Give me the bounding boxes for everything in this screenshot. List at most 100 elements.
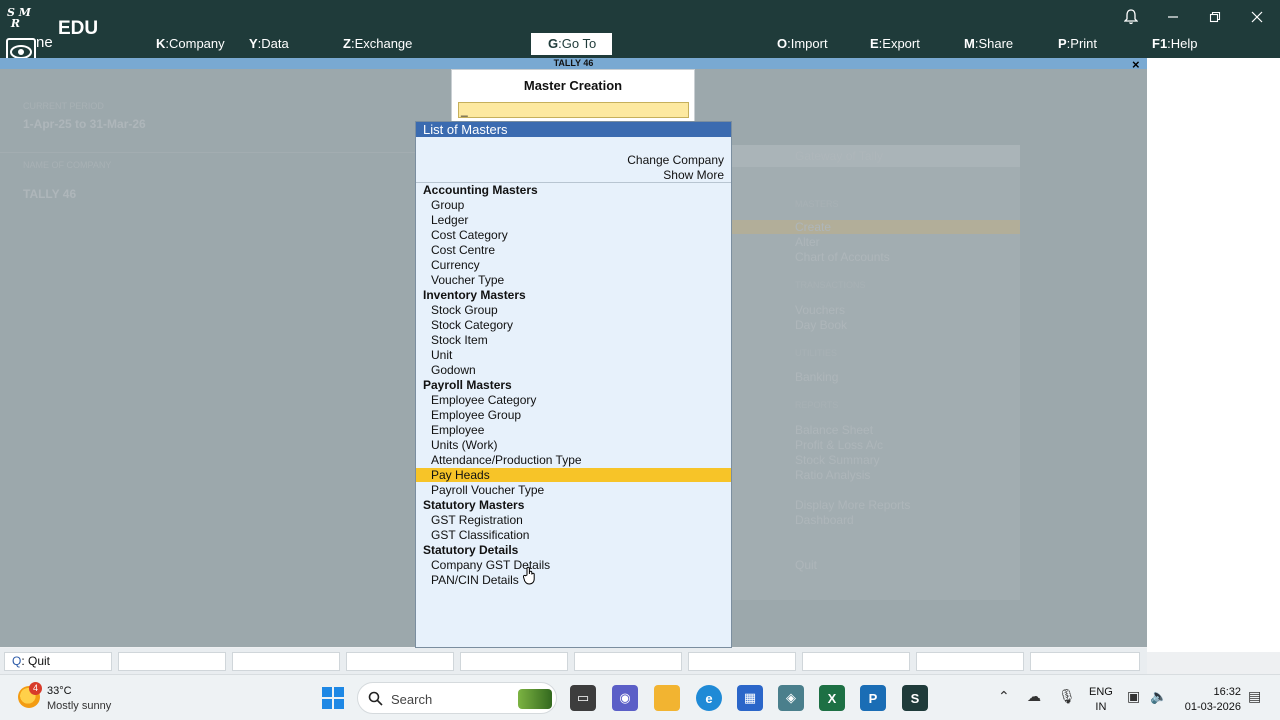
- list-item-company-gst-details[interactable]: Company GST Details: [416, 558, 731, 572]
- section-heading: TRANSACTIONS: [795, 280, 866, 290]
- weather-badge: 4: [29, 682, 42, 695]
- list-item-gst-classification[interactable]: GST Classification: [416, 528, 731, 542]
- list-item-currency[interactable]: Currency: [416, 258, 731, 272]
- list-item-group[interactable]: Group: [416, 198, 731, 212]
- excel-icon[interactable]: X: [819, 685, 845, 711]
- bottom-button-empty[interactable]: [232, 652, 340, 671]
- gateway-item-vouchers[interactable]: Vouchers: [795, 303, 845, 317]
- list-item-employee[interactable]: Employee: [416, 423, 731, 437]
- menu-help[interactable]: F1:Help: [1152, 36, 1198, 51]
- menu-label: :Import: [787, 36, 828, 51]
- bottom-button-empty[interactable]: [916, 652, 1024, 671]
- list-item-pay-heads[interactable]: Pay Heads: [416, 468, 731, 482]
- list-item-gst-registration[interactable]: GST Registration: [416, 513, 731, 527]
- folder-icon[interactable]: [654, 685, 680, 711]
- system-clock[interactable]: 16:32 01-03-2026: [1181, 685, 1241, 715]
- store-icon[interactable]: ▦: [737, 685, 763, 711]
- bottom-button-empty[interactable]: [346, 652, 454, 671]
- notification-icon[interactable]: ▤: [1248, 688, 1261, 705]
- bell-icon[interactable]: [1120, 6, 1142, 28]
- master-creation-dialog: Master Creation _: [451, 69, 695, 122]
- company-title-strip: TALLY 46: [0, 58, 1147, 69]
- menu-label: :Help: [1167, 36, 1198, 51]
- master-search-input[interactable]: _: [458, 102, 689, 118]
- microphone-icon[interactable]: 🎙: [1058, 688, 1076, 705]
- menu-label: :Data: [257, 36, 289, 51]
- minimize-icon[interactable]: [1162, 6, 1184, 28]
- gateway-item-display-more-reports[interactable]: Display More Reports: [795, 498, 910, 512]
- list-item-employee-group[interactable]: Employee Group: [416, 408, 731, 422]
- language-indicator[interactable]: ENG IN: [1089, 685, 1113, 715]
- list-item-attendance-production-type[interactable]: Attendance/Production Type: [416, 453, 731, 467]
- menu-print[interactable]: P:Print: [1058, 36, 1097, 51]
- search-icon: [368, 691, 383, 706]
- menu-go-to[interactable]: G:Go To: [531, 33, 612, 55]
- gateway-item-banking[interactable]: Banking: [795, 370, 838, 384]
- list-item-ledger[interactable]: Ledger: [416, 213, 731, 227]
- list-item-payroll-voucher-type[interactable]: Payroll Voucher Type: [416, 483, 731, 497]
- list-item-cost-category[interactable]: Cost Category: [416, 228, 731, 242]
- show-more-button[interactable]: Show More: [663, 168, 724, 182]
- quit-label: : Quit: [21, 654, 51, 668]
- company-name-label: NAME OF COMPANY: [23, 160, 112, 170]
- list-item-cost-centre[interactable]: Cost Centre: [416, 243, 731, 257]
- windows-start-icon[interactable]: [322, 687, 344, 709]
- chevron-up-icon[interactable]: ⌃: [998, 688, 1010, 705]
- bottom-button-empty[interactable]: [688, 652, 796, 671]
- menu-data[interactable]: Y:Data: [249, 36, 289, 51]
- network-icon[interactable]: ▣: [1127, 688, 1140, 705]
- menu-label: :Share: [974, 36, 1014, 51]
- list-item-godown[interactable]: Godown: [416, 363, 731, 377]
- gateway-item-create[interactable]: Create: [795, 220, 831, 234]
- gateway-item-day-book[interactable]: Day Book: [795, 318, 847, 332]
- quit-button[interactable]: Q: Quit: [4, 652, 112, 671]
- close-icon[interactable]: [1246, 6, 1268, 28]
- cloud-offline-icon[interactable]: ☁: [1027, 688, 1041, 705]
- section-heading: REPORTS: [795, 400, 839, 410]
- gateway-item-balance-sheet[interactable]: Balance Sheet: [795, 423, 873, 437]
- file-explorer-icon[interactable]: ▭: [570, 685, 596, 711]
- tallyprime-icon[interactable]: P: [860, 685, 886, 711]
- bottom-button-empty[interactable]: [118, 652, 226, 671]
- list-item-stock-group[interactable]: Stock Group: [416, 303, 731, 317]
- menu-exchange[interactable]: Z:Exchange: [343, 36, 412, 51]
- gateway-item-dashboard[interactable]: Dashboard: [795, 513, 854, 527]
- taskbar-search[interactable]: Search: [357, 682, 557, 714]
- search-highlight-icon: [518, 689, 552, 709]
- weather-temperature[interactable]: 33°C: [47, 685, 72, 697]
- gateway-item-quit[interactable]: Quit: [795, 558, 817, 572]
- menu-key: P: [1058, 36, 1067, 51]
- app-icon[interactable]: ◈: [778, 685, 804, 711]
- list-item-units-work[interactable]: Units (Work): [416, 438, 731, 452]
- teams-icon[interactable]: ◉: [612, 685, 638, 711]
- menu-share[interactable]: M:Share: [964, 36, 1013, 51]
- gateway-item-alter[interactable]: Alter: [795, 235, 820, 249]
- menu-export[interactable]: E:Export: [870, 36, 920, 51]
- gateway-item-stock-summary[interactable]: Stock Summary: [795, 453, 880, 467]
- list-item-unit[interactable]: Unit: [416, 348, 731, 362]
- edge-icon[interactable]: e: [696, 685, 722, 711]
- list-item-voucher-type[interactable]: Voucher Type: [416, 273, 731, 287]
- smr-logo-icon: S M R: [4, 4, 34, 34]
- bottom-button-empty[interactable]: [574, 652, 682, 671]
- bottom-button-empty[interactable]: [460, 652, 568, 671]
- list-item-stock-item[interactable]: Stock Item: [416, 333, 731, 347]
- tally-edu-icon[interactable]: S: [902, 685, 928, 711]
- menu-company[interactable]: K:Company: [156, 36, 225, 51]
- gateway-item-ratio-analysis[interactable]: Ratio Analysis: [795, 468, 870, 482]
- restore-icon[interactable]: [1204, 6, 1226, 28]
- change-company-button[interactable]: Change Company: [627, 153, 724, 167]
- bottom-button-empty[interactable]: [1030, 652, 1140, 671]
- menu-import[interactable]: O:Import: [777, 36, 828, 51]
- volume-icon[interactable]: 🔈: [1150, 688, 1167, 705]
- gateway-item-profit-loss[interactable]: Profit & Loss A/c: [795, 438, 883, 452]
- list-item-stock-category[interactable]: Stock Category: [416, 318, 731, 332]
- list-item-pan-cin-details[interactable]: PAN/CIN Details: [416, 573, 731, 587]
- company-title: TALLY 46: [553, 58, 594, 68]
- list-item-employee-category[interactable]: Employee Category: [416, 393, 731, 407]
- bottom-button-empty[interactable]: [802, 652, 910, 671]
- weather-description[interactable]: Mostly sunny: [47, 700, 111, 712]
- menu-key: Y: [249, 36, 258, 51]
- gateway-item-chart-of-accounts[interactable]: Chart of Accounts: [795, 250, 890, 264]
- group-heading-statutory-masters: Statutory Masters: [423, 498, 525, 512]
